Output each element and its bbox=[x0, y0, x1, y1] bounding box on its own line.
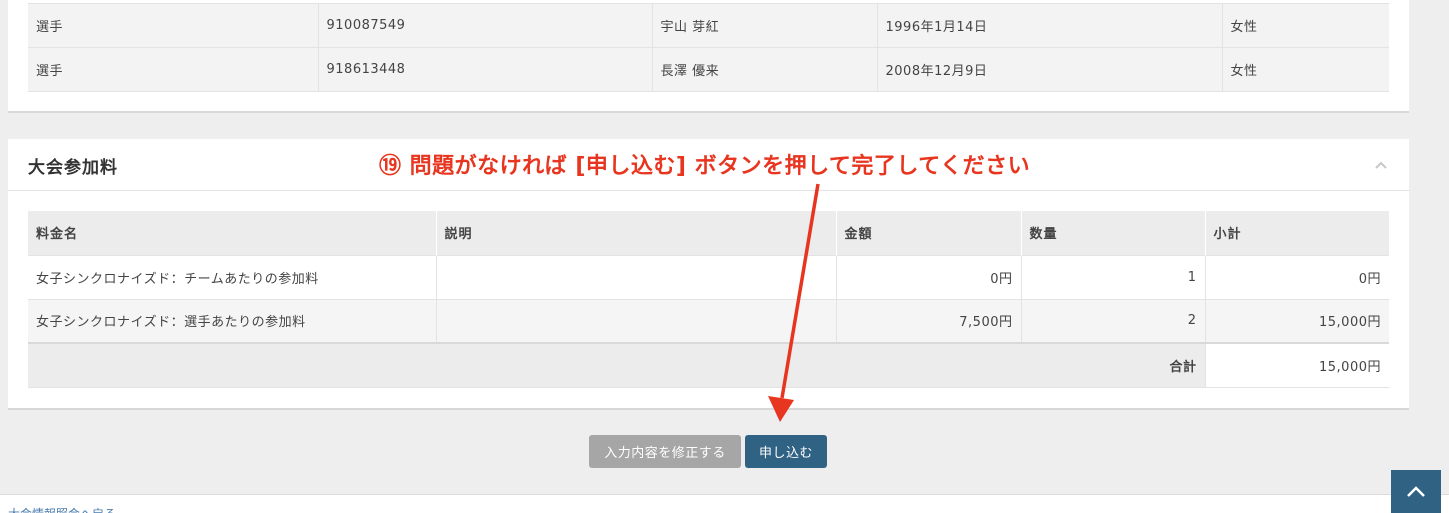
submit-application-button[interactable]: 申し込む bbox=[745, 435, 827, 468]
player-birthday: 2008年12月9日 bbox=[877, 47, 1223, 92]
player-role: 選手 bbox=[28, 47, 319, 92]
total-value: 15,000円 bbox=[1205, 342, 1389, 388]
fees-table: 料金名 説明 金額 数量 小計 女子シンクロナイズド：チームあたりの参加料 0円… bbox=[28, 211, 1390, 388]
total-label: 合計 bbox=[28, 342, 1206, 388]
player-id: 918613448 bbox=[318, 47, 653, 92]
fee-amount: 7,500円 bbox=[836, 298, 1022, 343]
header-quantity: 数量 bbox=[1021, 211, 1206, 255]
fee-name: 女子シンクロナイズド：選手あたりの参加料 bbox=[28, 298, 437, 343]
instruction-annotation: ⑲ 問題がなければ [申し込む] ボタンを押して完了してください bbox=[379, 154, 1031, 179]
header-subtotal: 小計 bbox=[1205, 211, 1390, 255]
arrow-icon bbox=[768, 183, 820, 422]
fees-total-row: 合計 15,000円 bbox=[28, 342, 1389, 388]
fee-subtotal: 0円 bbox=[1205, 254, 1389, 299]
fees-header-row: 料金名 説明 金額 数量 小計 bbox=[28, 211, 1390, 255]
fees-title: 大会参加料 bbox=[28, 158, 118, 178]
table-row: 女子シンクロナイズド：選手あたりの参加料 7,500円 2 15,000円 bbox=[28, 298, 1389, 343]
players-card: 選手 910087549 宇山 芽紅 1996年1月14日 女性 選手 9186… bbox=[8, 0, 1409, 113]
player-name: 宇山 芽紅 bbox=[652, 3, 878, 48]
fee-amount: 0円 bbox=[836, 254, 1022, 299]
chevron-up-icon bbox=[1407, 486, 1425, 497]
back-to-tournament-link[interactable]: 大会情報照会へ戻る bbox=[8, 505, 116, 513]
fee-subtotal: 15,000円 bbox=[1205, 298, 1389, 343]
scroll-top-button[interactable] bbox=[1391, 470, 1441, 513]
header-fee-name: 料金名 bbox=[28, 211, 437, 255]
fee-quantity: 2 bbox=[1021, 298, 1206, 343]
player-role: 選手 bbox=[28, 3, 319, 48]
player-id: 910087549 bbox=[318, 3, 653, 48]
fee-quantity: 1 bbox=[1021, 254, 1206, 299]
player-gender: 女性 bbox=[1222, 3, 1389, 48]
header-amount: 金額 bbox=[836, 211, 1022, 255]
player-gender: 女性 bbox=[1222, 47, 1389, 92]
player-name: 長澤 優来 bbox=[652, 47, 878, 92]
table-row: 選手 910087549 宇山 芽紅 1996年1月14日 女性 bbox=[28, 3, 1389, 48]
chevron-up-icon[interactable] bbox=[1373, 157, 1389, 173]
table-row: 選手 918613448 長澤 優来 2008年12月9日 女性 bbox=[28, 47, 1389, 92]
table-row: 女子シンクロナイズド：チームあたりの参加料 0円 1 0円 bbox=[28, 254, 1389, 299]
players-table: 選手 910087549 宇山 芽紅 1996年1月14日 女性 選手 9186… bbox=[28, 3, 1389, 92]
player-birthday: 1996年1月14日 bbox=[877, 3, 1223, 48]
edit-input-button[interactable]: 入力内容を修正する bbox=[589, 435, 741, 468]
fee-name: 女子シンクロナイズド：チームあたりの参加料 bbox=[28, 254, 437, 299]
footer: 大会情報照会へ戻る bbox=[0, 494, 1449, 513]
